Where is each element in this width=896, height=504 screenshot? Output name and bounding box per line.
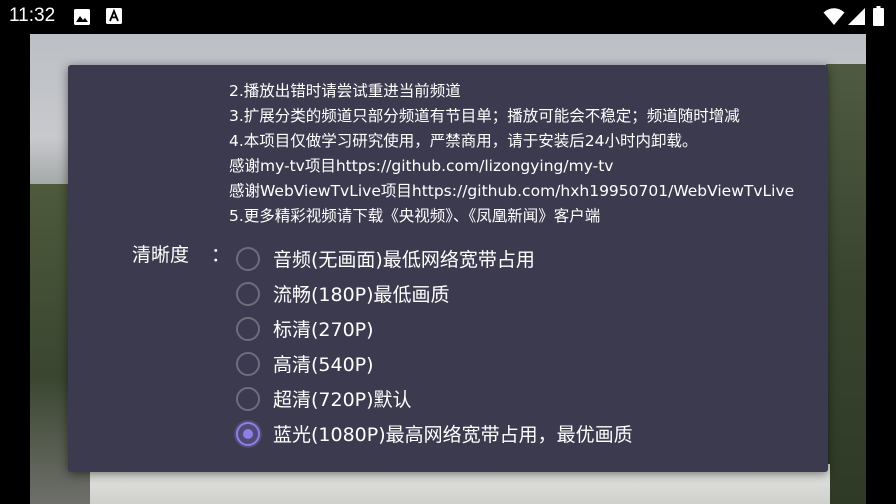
radio-button[interactable] (236, 351, 260, 376)
battery-icon (873, 6, 884, 30)
settings-dialog: 2.播放出错时请尝试重进当前频道 3.扩展分类的频道只部分频道有节目单；播放可能… (68, 65, 828, 472)
quality-radio-group: 音频(无画面)最低网络宽带占用 流畅(180P)最低画质 标清(270P) 高清… (234, 241, 633, 451)
radio-button[interactable] (236, 246, 260, 271)
radio-button[interactable] (236, 316, 260, 341)
radio-button[interactable] (236, 386, 260, 411)
option-label: 高清(540P) (273, 354, 374, 376)
note-line: 5.更多精彩视频请下载《央视频》、《凤凰新闻》客户端 (229, 207, 601, 225)
quality-colon: ： (211, 244, 231, 266)
quality-option-270p[interactable]: 标清(270P) (236, 311, 633, 346)
option-label: 流畅(180P)最低画质 (273, 284, 450, 306)
note-line: 2.播放出错时请尝试重进当前频道 (229, 82, 461, 100)
quality-label: 清晰度 (132, 244, 190, 266)
quality-option-audio[interactable]: 音频(无画面)最低网络宽带占用 (236, 241, 633, 276)
radio-button-selected[interactable] (234, 419, 262, 448)
signal-icon (848, 8, 866, 30)
note-line: 感谢my-tv项目https://github.com/lizongying/m… (229, 157, 614, 175)
status-bar: 11:32 (0, 0, 896, 34)
quality-option-720p[interactable]: 超清(720P)默认 (236, 381, 633, 416)
image-icon (73, 8, 91, 30)
wifi-icon (823, 8, 845, 30)
quality-option-540p[interactable]: 高清(540P) (236, 346, 633, 381)
option-label: 音频(无画面)最低网络宽带占用 (273, 249, 535, 271)
note-line: 3.扩展分类的频道只部分频道有节目单；播放可能会不稳定；频道随时增减 (229, 107, 740, 125)
option-label: 超清(720P)默认 (273, 389, 412, 411)
notes-list: 2.播放出错时请尝试重进当前频道 3.扩展分类的频道只部分频道有节目单；播放可能… (229, 79, 819, 229)
screen: 11:32 2.播放出错时请尝试重进当前频道 3.扩展分类的频道只部分频道有节目… (0, 0, 896, 504)
focus-halo (234, 419, 262, 448)
background-scenery (826, 64, 866, 504)
option-label: 蓝光(1080P)最高网络宽带占用，最优画质 (273, 424, 633, 446)
a-letter-icon (106, 8, 122, 28)
note-line: 4.本项目仅做学习研究使用，严禁商用，请于安装后24小时内卸载。 (229, 132, 698, 150)
quality-option-180p[interactable]: 流畅(180P)最低画质 (236, 276, 633, 311)
option-label: 标清(270P) (273, 319, 374, 341)
note-line: 感谢WebViewTvLive项目https://github.com/hxh1… (229, 182, 795, 200)
quality-option-1080p[interactable]: 蓝光(1080P)最高网络宽带占用，最优画质 (234, 416, 633, 451)
radio-button[interactable] (236, 281, 260, 306)
status-time: 11:32 (9, 5, 56, 26)
